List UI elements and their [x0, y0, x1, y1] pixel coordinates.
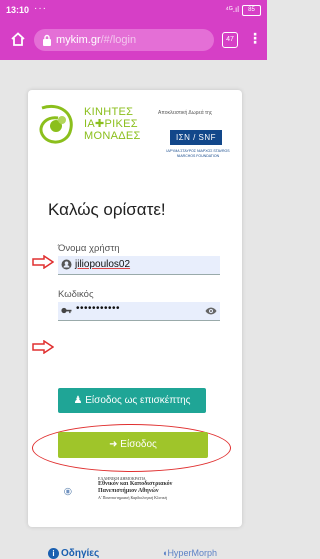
url-text: mykim.gr/#/login [56, 34, 136, 46]
login-button-label: Είσοδος [120, 439, 157, 450]
logo-line: ΜΟΝΑΔΕΣ [84, 130, 141, 142]
annotation-arrow-icon [32, 340, 54, 354]
signal-icon: ⁴ᴳ.ıl [225, 5, 239, 14]
status-time: 13:10 [6, 5, 30, 15]
status-bar: 13:10 ··· ⁴ᴳ.ıl 85 [0, 0, 267, 20]
user-icon [61, 259, 72, 270]
logo-text: ΚΙΝΗΤΕΣ ΙΑ✚ΡΙΚΕΣ ΜΟΝΑΔΕΣ [84, 106, 141, 142]
logo-line: ΙΑ✚ΡΙΚΕΣ [84, 118, 138, 130]
url-path: /#/login [100, 34, 137, 46]
hypermorph-label: HyperMorph [167, 548, 217, 558]
uni-line: Εθνικόν και Καποδιστριακόν [98, 481, 173, 487]
tabs-icon[interactable]: 47 [222, 32, 238, 48]
uni-line: Α' Πανεπιστημιακή Καρδιολογική Κλινική [98, 495, 167, 500]
app-logo: ΚΙΝΗΤΕΣ ΙΑ✚ΡΙΚΕΣ ΜΟΝΑΔΕΣ [36, 100, 148, 150]
sign-in-icon: ➜ [109, 439, 121, 450]
user-icon: ♟ [73, 395, 86, 406]
guest-login-button[interactable]: ♟ Είσοδος ως επισκέπτης [58, 388, 206, 413]
welcome-heading: Καλώς ορίσατε! [48, 200, 166, 219]
password-label: Κωδικός [58, 289, 94, 300]
key-icon [61, 307, 72, 314]
lock-icon [43, 34, 51, 46]
username-value: jiliopoulos02 [75, 259, 131, 270]
sponsor-caption: ΙΔΡΥΜΑ ΣΤΑΥΡΟΣ ΝΙΑΡΧΟΣ STAVROS NIARCHOS … [166, 149, 230, 158]
battery-icon: 85 [242, 5, 261, 16]
annotation-arrow-icon [32, 255, 54, 269]
login-card: ΚΙΝΗΤΕΣ ΙΑ✚ΡΙΚΕΣ ΜΟΝΑΔΕΣ Αποκλειστική Δω… [28, 90, 242, 559]
home-icon[interactable] [10, 31, 26, 47]
donation-text: Αποκλειστική Δωρεά της [158, 110, 213, 116]
eye-icon[interactable] [205, 306, 217, 316]
university-crest-icon [64, 487, 72, 496]
info-icon: i [48, 548, 59, 559]
url-host: mykim.gr [56, 34, 101, 46]
address-bar[interactable]: mykim.gr/#/login [34, 29, 214, 51]
status-dots: ··· [34, 3, 47, 14]
password-field[interactable]: ••••••••••• [58, 302, 220, 321]
hypermorph-link[interactable]: ◖HyperMorph [162, 548, 217, 558]
logo-mark-icon [39, 105, 73, 144]
browser-toolbar: mykim.gr/#/login 47 ⋮ [0, 20, 267, 60]
login-button[interactable]: ➜ Είσοδος [58, 432, 208, 458]
guides-link[interactable]: i Οδηγίες [48, 548, 99, 559]
sponsor-badge: ΙΣΝ / SNF [170, 130, 222, 145]
university-logo: ΕΛΛΗΝΙΚΗ ΔΗΜΟΚΡΑΤΙΑ Εθνικόν και Καποδιστ… [98, 476, 210, 500]
guest-button-label: Είσοδος ως επισκέπτης [85, 395, 191, 406]
uni-line: Πανεπιστήμιον Αθηνών [98, 488, 159, 494]
username-label: Όνομα χρήστη [58, 243, 120, 254]
password-value: ••••••••••• [76, 303, 121, 314]
logo-line: ΚΙΝΗΤΕΣ [84, 106, 134, 118]
guides-label: Οδηγίες [61, 548, 100, 559]
username-field[interactable]: jiliopoulos02 [58, 256, 220, 275]
more-menu-icon[interactable]: ⋮ [248, 30, 262, 47]
